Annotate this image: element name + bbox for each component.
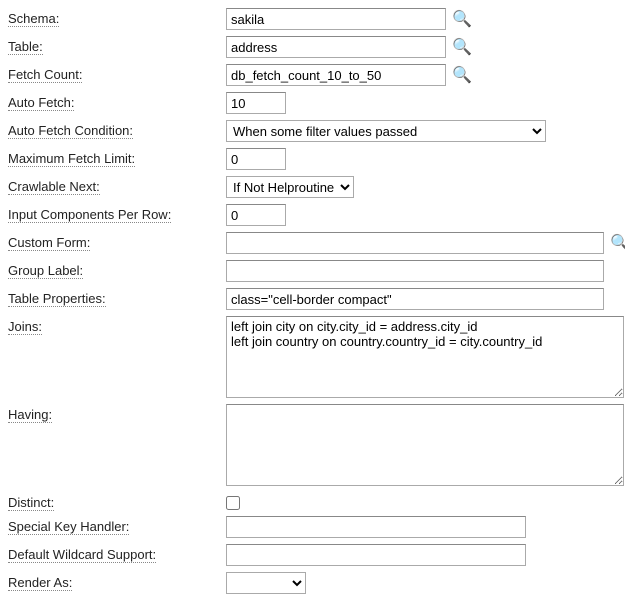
table-input[interactable]	[226, 36, 446, 58]
fetch-count-input[interactable]	[226, 64, 446, 86]
row-schema: Schema: 🔍	[8, 8, 617, 30]
default-wildcard-input[interactable]	[226, 544, 526, 566]
label-render-as: Render As:	[8, 572, 226, 590]
row-auto-fetch: Auto Fetch:	[8, 92, 617, 114]
label-max-fetch-limit: Maximum Fetch Limit:	[8, 148, 226, 166]
max-fetch-limit-input[interactable]	[226, 148, 286, 170]
search-icon[interactable]: 🔍	[452, 10, 472, 28]
row-fetch-count: Fetch Count: 🔍	[8, 64, 617, 86]
distinct-checkbox[interactable]	[226, 496, 240, 510]
label-default-wildcard: Default Wildcard Support:	[8, 544, 226, 562]
label-joins: Joins:	[8, 316, 226, 334]
label-auto-fetch-condition: Auto Fetch Condition:	[8, 120, 226, 138]
row-input-components-per-row: Input Components Per Row:	[8, 204, 617, 226]
joins-textarea[interactable]: left join city on city.city_id = address…	[226, 316, 624, 398]
input-components-per-row-input[interactable]	[226, 204, 286, 226]
row-table-properties: Table Properties:	[8, 288, 617, 310]
label-table: Table:	[8, 36, 226, 54]
row-default-wildcard: Default Wildcard Support:	[8, 544, 617, 566]
auto-fetch-condition-select[interactable]: When some filter values passed	[226, 120, 546, 142]
search-icon[interactable]: 🔍	[610, 234, 625, 252]
row-group-label: Group Label:	[8, 260, 617, 282]
row-auto-fetch-condition: Auto Fetch Condition: When some filter v…	[8, 120, 617, 142]
row-max-fetch-limit: Maximum Fetch Limit:	[8, 148, 617, 170]
table-properties-input[interactable]	[226, 288, 604, 310]
row-crawlable-next: Crawlable Next: If Not Helproutine	[8, 176, 617, 198]
crawlable-next-select[interactable]: If Not Helproutine	[226, 176, 354, 198]
label-having: Having:	[8, 404, 226, 422]
search-icon[interactable]: 🔍	[452, 66, 472, 84]
label-special-key-handler: Special Key Handler:	[8, 516, 226, 534]
row-joins: Joins: left join city on city.city_id = …	[8, 316, 617, 398]
label-group-label: Group Label:	[8, 260, 226, 278]
having-textarea[interactable]	[226, 404, 624, 486]
label-crawlable-next: Crawlable Next:	[8, 176, 226, 194]
row-render-as: Render As:	[8, 572, 617, 594]
render-as-select[interactable]	[226, 572, 306, 594]
label-table-properties: Table Properties:	[8, 288, 226, 306]
label-input-components-per-row: Input Components Per Row:	[8, 204, 226, 222]
group-label-input[interactable]	[226, 260, 604, 282]
row-table: Table: 🔍	[8, 36, 617, 58]
row-having: Having:	[8, 404, 617, 486]
schema-input[interactable]	[226, 8, 446, 30]
special-key-handler-input[interactable]	[226, 516, 526, 538]
label-auto-fetch: Auto Fetch:	[8, 92, 226, 110]
row-special-key-handler: Special Key Handler:	[8, 516, 617, 538]
label-custom-form: Custom Form:	[8, 232, 226, 250]
custom-form-input[interactable]	[226, 232, 604, 254]
search-icon[interactable]: 🔍	[452, 38, 472, 56]
label-schema: Schema:	[8, 8, 226, 26]
label-distinct: Distinct:	[8, 492, 226, 510]
auto-fetch-input[interactable]	[226, 92, 286, 114]
row-custom-form: Custom Form: 🔍	[8, 232, 617, 254]
label-fetch-count: Fetch Count:	[8, 64, 226, 82]
row-distinct: Distinct:	[8, 492, 617, 510]
